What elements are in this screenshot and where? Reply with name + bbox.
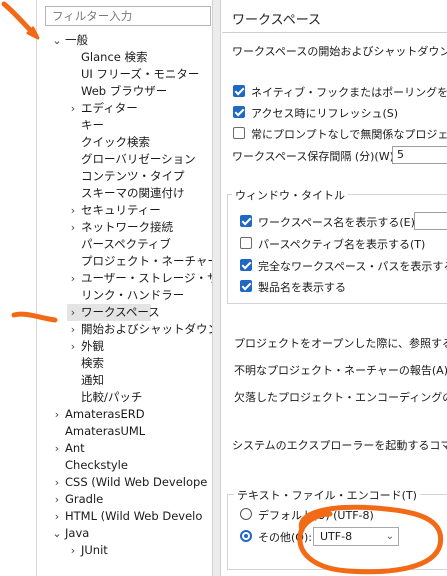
chevron-right-icon[interactable]: ›	[67, 202, 79, 219]
show-perspective-name-label: パースペクティブ名を表示する(T)	[258, 238, 426, 251]
show-full-path-label: 完全なワークスペース・パスを表示する(F	[258, 260, 447, 273]
tree-item-label: UI フリーズ・モニター	[81, 67, 200, 81]
unknown-nature-label: 不明なプロジェクト・ネーチャーの報告(A):	[234, 364, 447, 377]
tree-item-label: スキーマの関連付け	[81, 186, 185, 200]
chevron-right-icon[interactable]: ›	[51, 474, 63, 491]
tree-item-label: Checkstyle	[65, 458, 128, 472]
chevron-right-icon[interactable]: ›	[51, 491, 63, 508]
workspace-preference-page: ワークスペース ワークスペースの開始およびシャットダウン設定 ネイティブ・フック…	[222, 0, 447, 576]
tree-item-label: 一般	[65, 33, 88, 47]
close-unrelated-checkbox[interactable]	[233, 127, 245, 139]
native-hooks-checkbox[interactable]	[233, 85, 245, 97]
tree-item-label: Ant	[65, 441, 85, 455]
tree-item-label: ワークスペース	[81, 305, 160, 319]
other-encoding-label: その他(O):	[258, 531, 312, 544]
left-margin	[0, 0, 36, 576]
chevron-right-icon[interactable]: ›	[67, 219, 79, 236]
tree-item-label: コンテンツ・タイプ	[81, 169, 185, 183]
show-full-path-checkbox[interactable]	[240, 259, 252, 271]
tree-item-label: プロジェクト・ネーチャー	[81, 254, 212, 268]
workspace-name-input[interactable]	[414, 212, 447, 230]
show-workspace-name-checkbox[interactable]	[240, 215, 252, 227]
tree-item-label: グローバリゼーション	[81, 152, 196, 166]
tree-item-label: Gradle	[65, 492, 104, 506]
chevron-right-icon[interactable]: ›	[67, 542, 79, 559]
tree-item-label: セキュリティー	[81, 203, 161, 217]
page-title: ワークスペース	[232, 13, 322, 28]
encoding-select[interactable]: UTF-8 ⌄	[313, 527, 399, 546]
tree-item-label: クイック検索	[81, 135, 150, 149]
tree-item-label: 通知	[81, 373, 104, 387]
tree-item-label: キー	[81, 118, 104, 132]
chevron-right-icon[interactable]: ›	[67, 321, 79, 338]
show-product-name-checkbox[interactable]	[240, 280, 252, 292]
tree-item-label: Java	[65, 526, 90, 540]
chevron-right-icon[interactable]: ›	[51, 406, 63, 423]
tree-item-label: AmaterasERD	[65, 407, 145, 421]
window-title-group-label: ウィンドウ・タイトル	[232, 187, 348, 203]
close-unrelated-label: 常にプロンプトなしで無関係なプロジェクト	[251, 128, 447, 141]
show-perspective-name-checkbox[interactable]	[240, 237, 252, 249]
tree-item-label: エディター	[81, 101, 138, 115]
title-separator	[222, 32, 447, 33]
tree-item-label: パースペクティブ	[81, 237, 171, 251]
tree-item-label: HTML (Wild Web Develo	[65, 509, 203, 523]
show-workspace-name-label: ワークスペース名を表示する(E):	[258, 216, 419, 229]
chevron-down-icon[interactable]: ⌄	[51, 32, 63, 49]
chevron-right-icon[interactable]: ›	[67, 304, 79, 321]
tree-item-label: 検索	[81, 356, 104, 370]
other-encoding-radio[interactable]	[240, 530, 252, 542]
tree-item-label: JUnit	[81, 543, 108, 557]
default-encoding-radio[interactable]	[240, 508, 252, 520]
tree-item-label: Web ブラウザー	[81, 84, 168, 98]
native-hooks-label: ネイティブ・フックまたはポーリングを使用し	[251, 86, 447, 99]
chevron-right-icon[interactable]: ›	[67, 338, 79, 355]
missing-encoding-label: 欠落したプロジェクト・エンコーディングの報告	[234, 391, 447, 404]
chevron-down-icon: ⌄	[385, 531, 394, 542]
chevron-right-icon[interactable]: ›	[67, 270, 79, 287]
chevron-down-icon[interactable]: ⌄	[51, 525, 63, 542]
tree-item-label: 外観	[81, 339, 104, 353]
tree-item-label: AmaterasUML	[65, 424, 146, 438]
encoding-group-label: テキスト・ファイル・エンコード(T)	[234, 487, 420, 503]
save-interval-label: ワークスペース保存間隔 (分)(W):	[232, 150, 398, 163]
refresh-on-access-checkbox[interactable]	[233, 106, 245, 118]
default-encoding-label: デフォルト(U) (UTF-8)	[258, 509, 374, 522]
tree-item-label: CSS (Wild Web Develope	[65, 475, 208, 489]
chevron-right-icon[interactable]: ›	[51, 440, 63, 457]
encoding-select-value: UTF-8	[320, 530, 353, 543]
intro-text: ワークスペースの開始およびシャットダウン設定	[232, 45, 447, 58]
explorer-command-label: システムのエクスプローラーを起動するコマンド(	[232, 439, 447, 452]
tree-item-label: Glance 検索	[81, 50, 148, 64]
refresh-on-access-label: アクセス時にリフレッシュ(S)	[251, 107, 399, 120]
tree-item-workspace[interactable]: › ワークスペース	[67, 304, 160, 321]
tree-item-label: 比較/パッチ	[81, 390, 143, 404]
save-interval-input[interactable]: 5	[392, 146, 447, 164]
tree-item-label: リンク・ハンドラー	[81, 288, 185, 302]
pane-splitter[interactable]	[212, 0, 221, 576]
tree-item-label: ネットワーク接続	[81, 220, 173, 234]
show-product-name-label: 製品名を表示する	[258, 281, 346, 294]
tree-item-label: 開始およびシャットダウン	[81, 322, 212, 336]
chevron-right-icon[interactable]: ›	[51, 508, 63, 525]
tree-item-label: ユーザー・ストレージ・サービ	[81, 271, 212, 285]
preference-tree-pane: ⌄ 一般 Glance 検索 UI フリーズ・モニター Web ブラウザー › …	[36, 0, 212, 576]
chevron-right-icon[interactable]: ›	[67, 100, 79, 117]
filter-input[interactable]	[45, 6, 211, 26]
open-referenced-label: プロジェクトをオープンした際に、参照するプロ	[234, 337, 447, 350]
